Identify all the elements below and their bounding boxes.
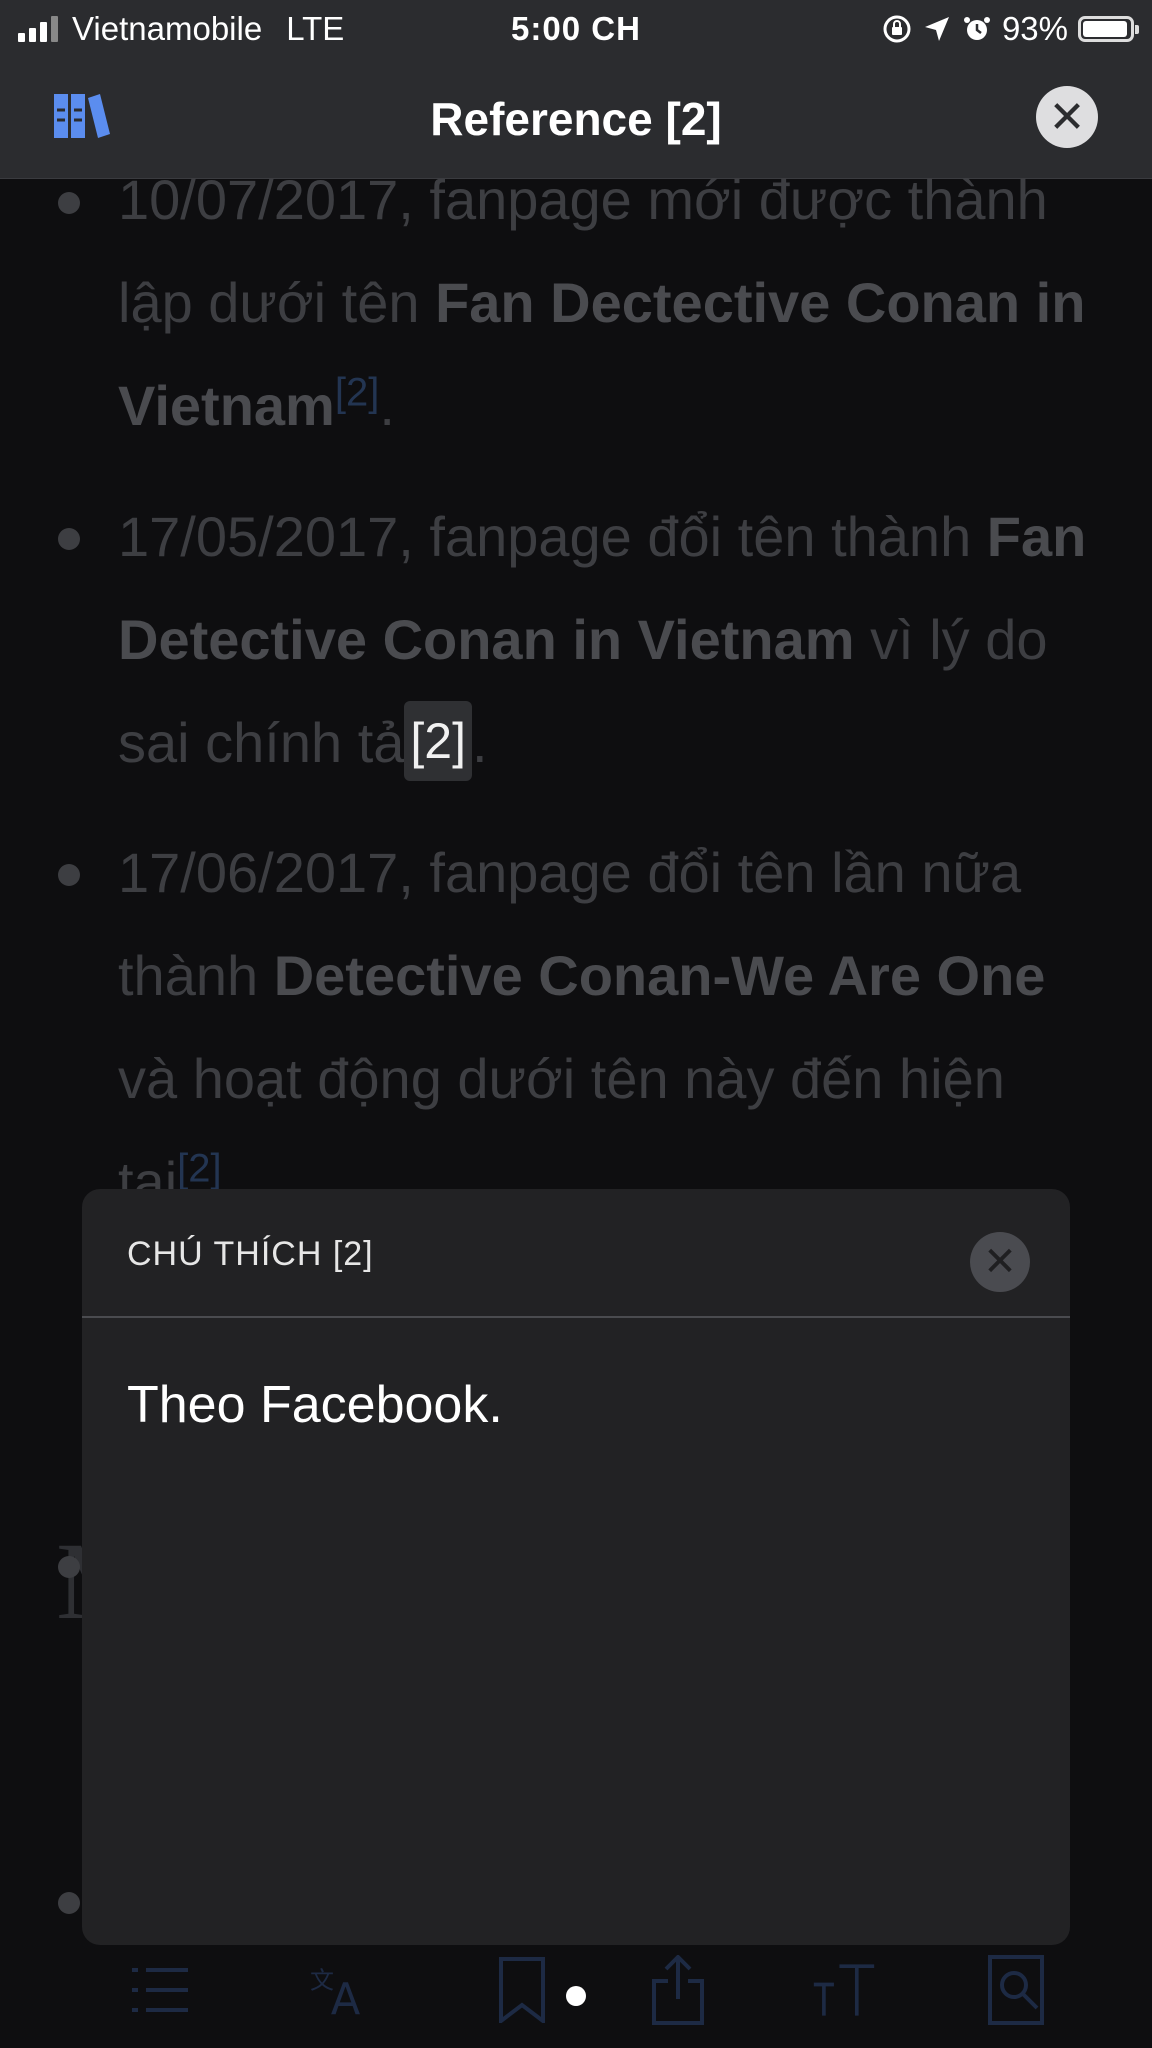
- popover-header: CHÚ THÍCH [2] ✕: [82, 1189, 1070, 1318]
- list-bullet: [58, 1892, 80, 1914]
- list-item: 17/06/2017, fanpage đổi tên lần nữa thàn…: [118, 821, 1098, 1233]
- list-item: 10/07/2017, fanpage mới được thành lập d…: [118, 148, 1098, 457]
- list-item-text: 17/05/2017, fanpage đổi tên thành: [118, 505, 987, 568]
- list-item-bold: Detective Conan-We Are One: [273, 944, 1046, 1007]
- language-icon: 文A: [310, 1966, 361, 2022]
- popover-close-button[interactable]: ✕: [970, 1232, 1030, 1292]
- rotation-lock-icon: [883, 15, 911, 43]
- close-icon: ✕: [983, 1240, 1017, 1284]
- find-in-page-button[interactable]: [984, 1955, 1048, 2025]
- popover-title: CHÚ THÍCH [2]: [127, 1235, 374, 1273]
- reference-text: Theo Facebook.: [127, 1376, 503, 1434]
- svg-text:A: A: [331, 1975, 361, 2022]
- text-size-icon: [813, 1964, 875, 2016]
- location-icon: [924, 17, 949, 41]
- list-item-tail: .: [379, 374, 395, 437]
- reference-popover: CHÚ THÍCH [2] ✕ Theo Facebook.: [82, 1189, 1070, 1945]
- alarm-icon: [963, 17, 990, 40]
- list-item-tail: .: [472, 711, 488, 774]
- close-icon: ✕: [1048, 92, 1086, 142]
- find-icon: [988, 1955, 1044, 2025]
- contents-button[interactable]: [128, 1958, 192, 2022]
- bookmark-icon: [499, 1957, 545, 2023]
- list-bullet: [58, 528, 80, 550]
- close-button[interactable]: ✕: [1036, 86, 1098, 148]
- share-icon: [652, 1955, 704, 2025]
- reference-link[interactable]: [2]: [177, 1146, 221, 1190]
- list-bullet: [58, 192, 80, 214]
- battery-percent: 93%: [1001, 10, 1068, 47]
- list-item: 17/05/2017, fanpage đổi tên thành Fan De…: [118, 485, 1098, 794]
- bookmark-button[interactable]: [490, 1957, 554, 2023]
- page-indicator-dot: [566, 1986, 586, 2006]
- reference-link-active[interactable]: [2]: [404, 701, 472, 781]
- contents-icon: [132, 1968, 188, 2012]
- text-size-button[interactable]: [812, 1958, 876, 2022]
- page-title: Reference [2]: [430, 93, 722, 145]
- list-bullet: [58, 1556, 80, 1578]
- share-button[interactable]: [646, 1955, 710, 2025]
- battery-icon: [1078, 16, 1139, 42]
- status-bar: Vietnamobile LTE 5:00 CH 93%: [0, 0, 1152, 58]
- language-button[interactable]: 文A: [310, 1958, 374, 2022]
- reference-link[interactable]: [2]: [335, 370, 379, 414]
- list-bullet: [58, 864, 80, 886]
